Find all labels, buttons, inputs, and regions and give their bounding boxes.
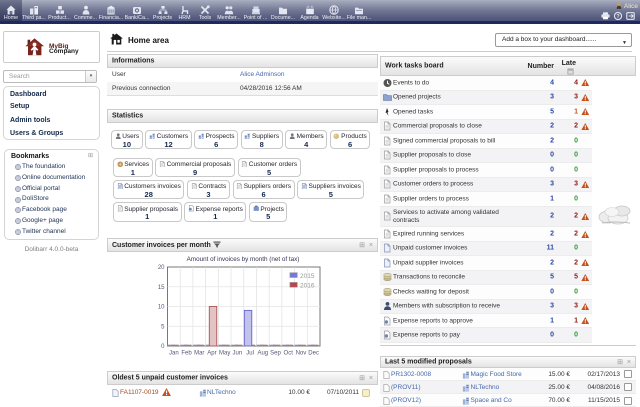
svg-text:Jan: Jan	[169, 350, 179, 356]
svg-text:Mar: Mar	[194, 350, 204, 356]
svg-text:Dec: Dec	[308, 350, 319, 356]
svg-text:2016: 2016	[300, 282, 315, 289]
svg-text:Oct: Oct	[284, 350, 294, 356]
svg-text:Aug: Aug	[257, 350, 268, 356]
svg-text:Sep: Sep	[270, 350, 281, 356]
svg-text:Apr: Apr	[207, 350, 216, 356]
svg-text:10: 10	[158, 304, 165, 310]
svg-text:Feb: Feb	[181, 350, 192, 356]
svg-text:5: 5	[161, 324, 165, 330]
svg-text:Nov: Nov	[296, 350, 307, 356]
svg-text:?: ?	[616, 14, 619, 20]
svg-text:15: 15	[158, 284, 165, 290]
svg-text:Jul: Jul	[246, 350, 254, 356]
svg-text:20: 20	[158, 265, 165, 271]
svg-text:Amount of invoices by month (n: Amount of invoices by month (net of tax)	[187, 256, 300, 263]
svg-text:May: May	[219, 350, 230, 356]
svg-text:Jun: Jun	[233, 350, 243, 356]
svg-text:2015: 2015	[300, 273, 315, 280]
svg-text:0: 0	[161, 344, 165, 350]
